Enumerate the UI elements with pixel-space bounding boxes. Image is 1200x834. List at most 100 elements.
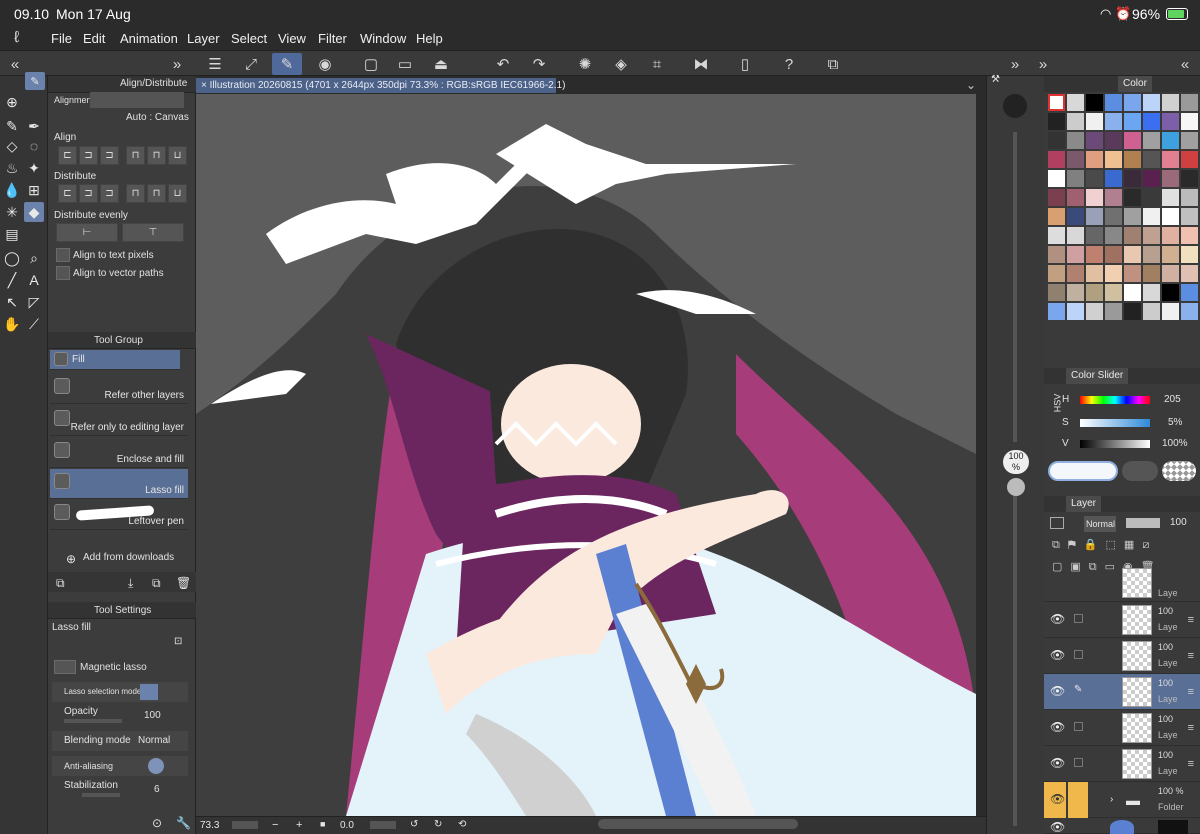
color-swatch[interactable] <box>1105 303 1122 320</box>
illustration-canvas[interactable] <box>196 94 976 816</box>
color-swatch[interactable] <box>1162 94 1179 111</box>
color-swatch[interactable] <box>1162 284 1179 301</box>
color-swatch[interactable] <box>1143 113 1160 130</box>
transparent-color-chip[interactable] <box>1162 461 1196 481</box>
layer-tools-row[interactable]: ⧉⚑🔒⬚▦⧄ <box>1052 538 1200 552</box>
color-tab[interactable]: Color <box>1118 76 1152 92</box>
quick-access-icon[interactable]: ⧉ <box>818 53 848 75</box>
color-swatch[interactable] <box>1048 227 1065 244</box>
brush-size-thumb[interactable] <box>1007 478 1025 496</box>
sub-color-chip[interactable] <box>1122 461 1158 481</box>
color-swatch[interactable] <box>1124 227 1141 244</box>
fill-tool-icon[interactable]: ◆ <box>24 202 44 222</box>
text-icon[interactable]: A <box>24 270 44 290</box>
opacity-row[interactable]: Opacity 100 <box>52 706 188 726</box>
align-center-button[interactable]: ⊐ <box>79 146 98 165</box>
fill-bucket-icon[interactable]: ◈ <box>606 53 636 75</box>
color-swatch[interactable] <box>1143 208 1160 225</box>
eyedropper-icon[interactable]: ⟋ <box>24 314 44 334</box>
color-swatch[interactable] <box>1124 170 1141 187</box>
color-swatch[interactable] <box>1086 227 1103 244</box>
color-swatch[interactable] <box>1048 189 1065 206</box>
color-swatch[interactable] <box>1143 170 1160 187</box>
collapse-left-icon-2[interactable]: » <box>162 53 192 75</box>
grid-icon[interactable]: ⊞ <box>24 180 44 200</box>
layer-row[interactable]: 👁 100 Laye ≡ <box>1044 638 1200 674</box>
move-icon[interactable]: ⊕ <box>2 92 22 112</box>
color-swatch[interactable] <box>1181 265 1198 282</box>
color-swatch[interactable] <box>1048 113 1065 130</box>
gradient-icon[interactable]: ▤ <box>2 224 22 244</box>
layer-menu-icon[interactable]: ≡ <box>1188 614 1194 626</box>
lock-checkbox[interactable] <box>1074 650 1083 659</box>
zoom-out-icon[interactable]: − <box>272 819 278 831</box>
color-swatch[interactable] <box>1048 151 1065 168</box>
align-left-button[interactable]: ⊏ <box>58 146 77 165</box>
color-swatch[interactable] <box>1124 94 1141 111</box>
color-swatch[interactable] <box>1105 94 1122 111</box>
zoom-slider[interactable] <box>232 821 258 829</box>
eye-icon[interactable]: 👁 <box>1050 648 1065 662</box>
new-file-icon[interactable]: ▢ <box>356 53 386 75</box>
color-swatch[interactable] <box>1181 132 1198 149</box>
color-swatch[interactable] <box>1181 227 1198 244</box>
hue-slider[interactable] <box>1080 396 1150 404</box>
lasso-select-icon[interactable]: ◯ <box>2 248 22 268</box>
color-swatch[interactable] <box>1067 227 1084 244</box>
layer-opacity-slider[interactable] <box>1126 518 1160 528</box>
subtool-leftover-pen[interactable]: Leftover pen <box>50 500 188 530</box>
color-swatch[interactable] <box>1086 189 1103 206</box>
align-right-button[interactable]: ⊐ <box>100 146 119 165</box>
color-swatch[interactable] <box>1143 189 1160 206</box>
color-swatch[interactable] <box>1067 303 1084 320</box>
horizontal-scrollbar[interactable] <box>598 819 798 829</box>
color-swatch[interactable] <box>1105 170 1122 187</box>
magnetic-lasso-checkbox[interactable] <box>54 660 76 674</box>
eye-icon[interactable]: 👁 <box>1050 720 1065 734</box>
zoom-value[interactable]: 73.3 <box>200 820 219 831</box>
wrench-icon[interactable]: 🔧 <box>176 816 191 830</box>
color-swatch[interactable] <box>1067 284 1084 301</box>
blend-mode-select[interactable]: Normal <box>1084 516 1116 532</box>
pen2-icon[interactable]: ✒ <box>24 116 44 136</box>
color-swatch[interactable] <box>1086 303 1103 320</box>
tab-dropdown-icon[interactable]: ⌄ <box>966 78 976 92</box>
stabilization-row[interactable]: Stabilization 6 <box>52 780 188 800</box>
menu-select[interactable]: Select <box>231 31 267 46</box>
flip-icon[interactable]: ⧓ <box>686 53 716 75</box>
color-swatch[interactable] <box>1124 151 1141 168</box>
color-swatch[interactable] <box>1124 265 1141 282</box>
hand-icon[interactable]: ✋ <box>2 314 22 334</box>
color-swatch[interactable] <box>1086 284 1103 301</box>
color-swatch[interactable] <box>1124 303 1141 320</box>
tool-pen-header-icon[interactable]: ✎ <box>25 72 45 90</box>
color-swatch[interactable] <box>1067 246 1084 263</box>
color-swatch[interactable] <box>1086 265 1103 282</box>
color-swatch[interactable] <box>1048 208 1065 225</box>
eraser-icon[interactable]: ◇ <box>2 136 22 156</box>
color-swatch[interactable] <box>1143 151 1160 168</box>
hsv-mode-tab[interactable]: HSV <box>1052 394 1062 413</box>
color-swatch[interactable] <box>1143 246 1160 263</box>
record-icon[interactable]: ◉ <box>310 53 340 75</box>
collapse-right-icon[interactable]: » <box>1000 53 1030 75</box>
subtool-enclose-fill[interactable]: Enclose and fill <box>50 438 188 468</box>
color-swatch[interactable] <box>1143 132 1160 149</box>
color-swatch[interactable] <box>1181 284 1198 301</box>
distribute-left-button[interactable]: ⊏ <box>58 184 77 203</box>
color-swatch[interactable] <box>1124 132 1141 149</box>
layer-row-bottom[interactable]: 👁 <box>1044 818 1200 834</box>
lasso-mode-icon[interactable] <box>140 684 158 700</box>
hamburger-icon[interactable]: ☰ <box>200 53 230 75</box>
subtool-lasso-fill[interactable]: Lasso fill <box>50 469 188 499</box>
lasso-tool-icon[interactable]: ◌ <box>24 136 44 156</box>
saturation-slider[interactable] <box>1080 419 1150 427</box>
main-color-chip[interactable] <box>1048 461 1118 481</box>
color-swatch[interactable] <box>1181 170 1198 187</box>
transform-icon[interactable]: ⌗ <box>642 53 672 75</box>
eye-icon[interactable]: 👁 <box>1050 756 1065 770</box>
distribute-center-button[interactable]: ⊐ <box>79 184 98 203</box>
color-swatch[interactable] <box>1124 189 1141 206</box>
lasso-mode-row[interactable]: Lasso selection mode <box>52 682 188 702</box>
angle-value[interactable]: 0.0 <box>340 820 354 831</box>
